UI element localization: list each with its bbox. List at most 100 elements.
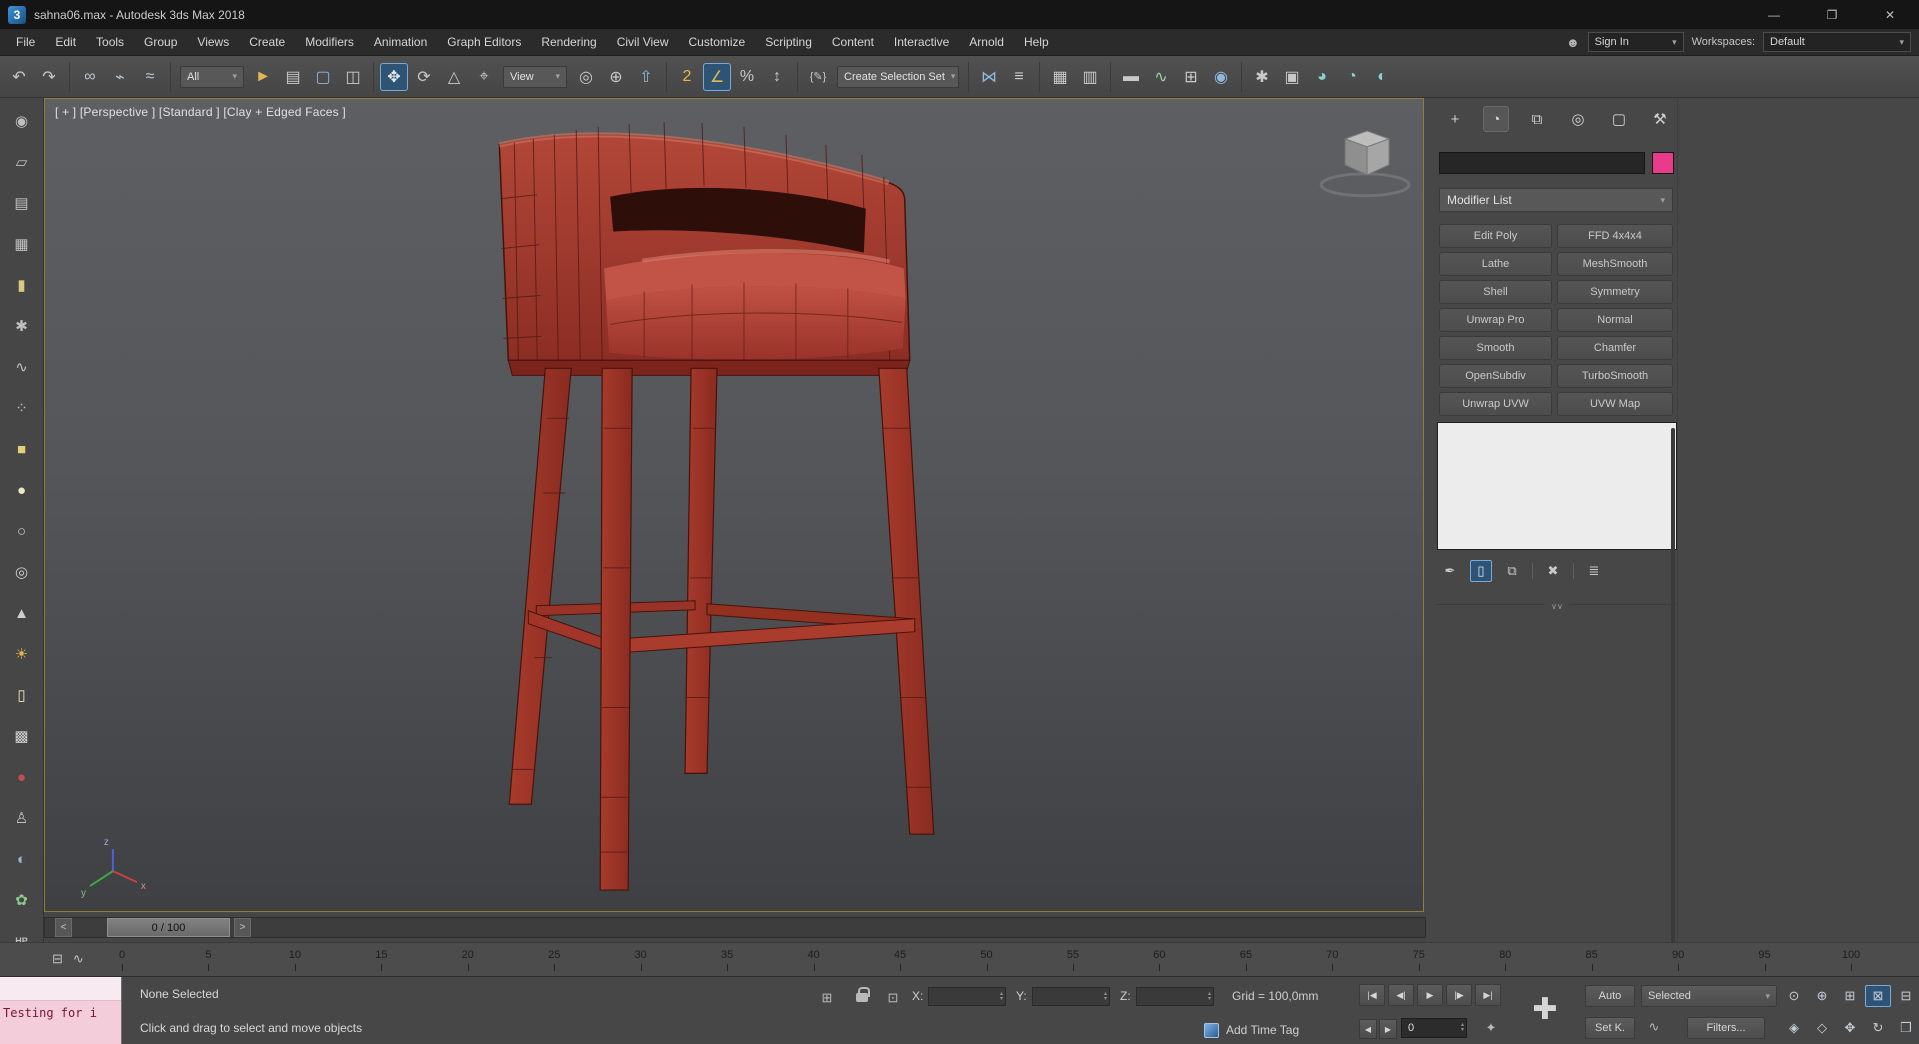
- key-filters-curve-icon[interactable]: ∿: [1645, 1018, 1663, 1036]
- modifier-button-uvw-map[interactable]: UVW Map: [1557, 392, 1673, 416]
- modifier-button-lathe[interactable]: Lathe: [1439, 252, 1552, 276]
- menu-views[interactable]: Views: [187, 29, 239, 55]
- next-frame-button[interactable]: >: [234, 918, 251, 937]
- viewcube[interactable]: [1319, 130, 1411, 198]
- isolate-selection-icon[interactable]: ⊙: [1781, 985, 1807, 1007]
- maximize-button[interactable]: ❐: [1803, 0, 1861, 29]
- zoom-icon[interactable]: ⊕: [1809, 985, 1835, 1007]
- viewport-canvas[interactable]: z y x: [45, 99, 1423, 911]
- use-pivot-center-icon[interactable]: ◎: [572, 63, 600, 91]
- percent-snap-icon[interactable]: %: [733, 63, 761, 91]
- remove-modifier-icon[interactable]: ✖: [1542, 560, 1564, 582]
- menu-tools[interactable]: Tools: [86, 29, 134, 55]
- tube-icon[interactable]: ◎: [9, 559, 35, 585]
- modifier-button-meshsmooth[interactable]: MeshSmooth: [1557, 252, 1673, 276]
- modifier-button-normal[interactable]: Normal: [1557, 308, 1673, 332]
- particles-icon[interactable]: ⁘: [9, 395, 35, 421]
- go-to-start-button[interactable]: |◀: [1359, 984, 1385, 1006]
- pan-icon[interactable]: ✥: [1837, 1017, 1863, 1039]
- panel-scrollbar[interactable]: [1671, 428, 1675, 958]
- curve-editor-icon[interactable]: ∿: [1147, 63, 1175, 91]
- rectangular-selection-icon[interactable]: ▢: [309, 63, 337, 91]
- material-editor-icon[interactable]: ◉: [1207, 63, 1235, 91]
- spinner-snap-icon[interactable]: ↕: [763, 63, 791, 91]
- sphere-icon[interactable]: ●: [9, 477, 35, 503]
- orbit-icon[interactable]: ↻: [1865, 1017, 1891, 1039]
- modifier-button-chamfer[interactable]: Chamfer: [1557, 336, 1673, 360]
- edit-named-sets-icon[interactable]: {✎}: [804, 63, 832, 91]
- undo-icon[interactable]: ↶: [5, 63, 33, 91]
- plane-icon[interactable]: ▱: [9, 149, 35, 175]
- spinner-arrows-icon[interactable]: ▴ ▾: [1104, 991, 1107, 1002]
- bind-to-space-warp-icon[interactable]: ≈: [136, 63, 164, 91]
- select-object-icon[interactable]: ►: [249, 63, 277, 91]
- menu-customize[interactable]: Customize: [679, 29, 756, 55]
- menu-civil-view[interactable]: Civil View: [607, 29, 679, 55]
- select-and-place-icon[interactable]: ⌖: [470, 63, 498, 91]
- circle-icon[interactable]: ○: [9, 518, 35, 544]
- modifier-button-shell[interactable]: Shell: [1439, 280, 1552, 304]
- track-bar-ruler[interactable]: ⊟ ∿ 0 5 10 15 20 25 30 35 40 45 50 55 60 65 70 75 80 85 90 9…: [0, 942, 1919, 977]
- redo-icon[interactable]: ↷: [35, 63, 63, 91]
- stool-3d-model[interactable]: [498, 121, 935, 891]
- mirror-icon[interactable]: ⋈: [975, 63, 1003, 91]
- keyboard-override-icon[interactable]: ⇧: [632, 63, 660, 91]
- named-selection-set-dropdown[interactable]: Create Selection Set ▾: [837, 65, 959, 88]
- current-frame-field[interactable]: 0 ▴ ▾: [1401, 1018, 1467, 1038]
- menu-edit[interactable]: Edit: [45, 29, 86, 55]
- previous-frame-small-button[interactable]: ◀: [1359, 1019, 1377, 1039]
- pin-stack-icon[interactable]: ✒: [1439, 560, 1461, 582]
- snaps-toggle-icon[interactable]: 2: [673, 63, 701, 91]
- menu-create[interactable]: Create: [239, 29, 295, 55]
- modifier-button-turbosmooth[interactable]: TurboSmooth: [1557, 364, 1673, 388]
- render-setup-icon[interactable]: ✱: [1248, 63, 1276, 91]
- zoom-extents-icon[interactable]: ⊠: [1865, 985, 1891, 1007]
- next-frame-small-button[interactable]: ▶: [1379, 1019, 1397, 1039]
- reference-coordinate-dropdown[interactable]: View ▾: [503, 65, 567, 88]
- set-keys-button[interactable]: ✚: [1524, 983, 1566, 1035]
- menu-content[interactable]: Content: [822, 29, 884, 55]
- configure-modifier-sets-icon[interactable]: ≣: [1583, 560, 1605, 582]
- trackbar-mode-icon[interactable]: ∿: [73, 951, 84, 967]
- render-iterative-icon[interactable]: ◔: [1338, 63, 1366, 91]
- transform-gizmo-icon[interactable]: ⊞: [818, 989, 836, 1007]
- foliage-icon[interactable]: ✿: [9, 887, 35, 913]
- modifier-button-unwrap-uvw[interactable]: Unwrap UVW: [1439, 392, 1552, 416]
- select-by-name-icon[interactable]: ▤: [279, 63, 307, 91]
- menu-scripting[interactable]: Scripting: [755, 29, 822, 55]
- key-mode-icon[interactable]: ✦: [1482, 1019, 1500, 1037]
- maxscript-mini-listener[interactable]: Testing for i: [0, 977, 122, 1044]
- modify-tab[interactable]: ◔: [1483, 106, 1509, 132]
- panel-resize-handle[interactable]: [1677, 98, 1678, 977]
- rollout-grip-icon[interactable]: ∨∨: [1545, 602, 1569, 611]
- activeshade-icon[interactable]: ◐: [1368, 63, 1396, 91]
- maximize-viewport-icon[interactable]: ❒: [1893, 1017, 1919, 1039]
- menu-interactive[interactable]: Interactive: [884, 29, 959, 55]
- z-coordinate-field[interactable]: ▴ ▾: [1136, 987, 1214, 1006]
- previous-frame-button[interactable]: <: [55, 918, 72, 937]
- display-tab[interactable]: ▢: [1606, 106, 1632, 132]
- play-button[interactable]: ▶: [1417, 984, 1443, 1006]
- select-and-move-icon[interactable]: ✥: [380, 62, 408, 91]
- create-tab[interactable]: +: [1442, 106, 1468, 132]
- cone-icon[interactable]: ▲: [9, 600, 35, 626]
- layer-explorer-icon[interactable]: ▦: [1046, 63, 1074, 91]
- sun-icon[interactable]: ☀: [9, 641, 35, 667]
- previous-key-button[interactable]: ◀|: [1388, 984, 1414, 1006]
- menu-animation[interactable]: Animation: [364, 29, 437, 55]
- x-coordinate-field[interactable]: ▴ ▾: [928, 987, 1006, 1006]
- zoom-region-icon[interactable]: ⊟: [1893, 985, 1919, 1007]
- utilities-tab[interactable]: ⚒: [1647, 106, 1673, 132]
- capsule-icon[interactable]: ▯: [9, 682, 35, 708]
- gizmo-icon[interactable]: ✱: [9, 313, 35, 339]
- modifier-button-unwrap-pro[interactable]: Unwrap Pro: [1439, 308, 1552, 332]
- clipboard-icon[interactable]: ▤: [9, 190, 35, 216]
- select-and-scale-icon[interactable]: △: [440, 63, 468, 91]
- selection-lock-icon[interactable]: [856, 987, 870, 1002]
- checker-icon[interactable]: ▩: [9, 723, 35, 749]
- camera-icon[interactable]: ◉: [9, 108, 35, 134]
- y-coordinate-field[interactable]: ▴ ▾: [1032, 987, 1110, 1006]
- close-button[interactable]: ✕: [1861, 0, 1919, 29]
- hierarchy-tab[interactable]: ⧉: [1524, 106, 1550, 132]
- perspective-viewport[interactable]: z y x [ + ] [Perspective ] [Standard ] […: [44, 98, 1424, 912]
